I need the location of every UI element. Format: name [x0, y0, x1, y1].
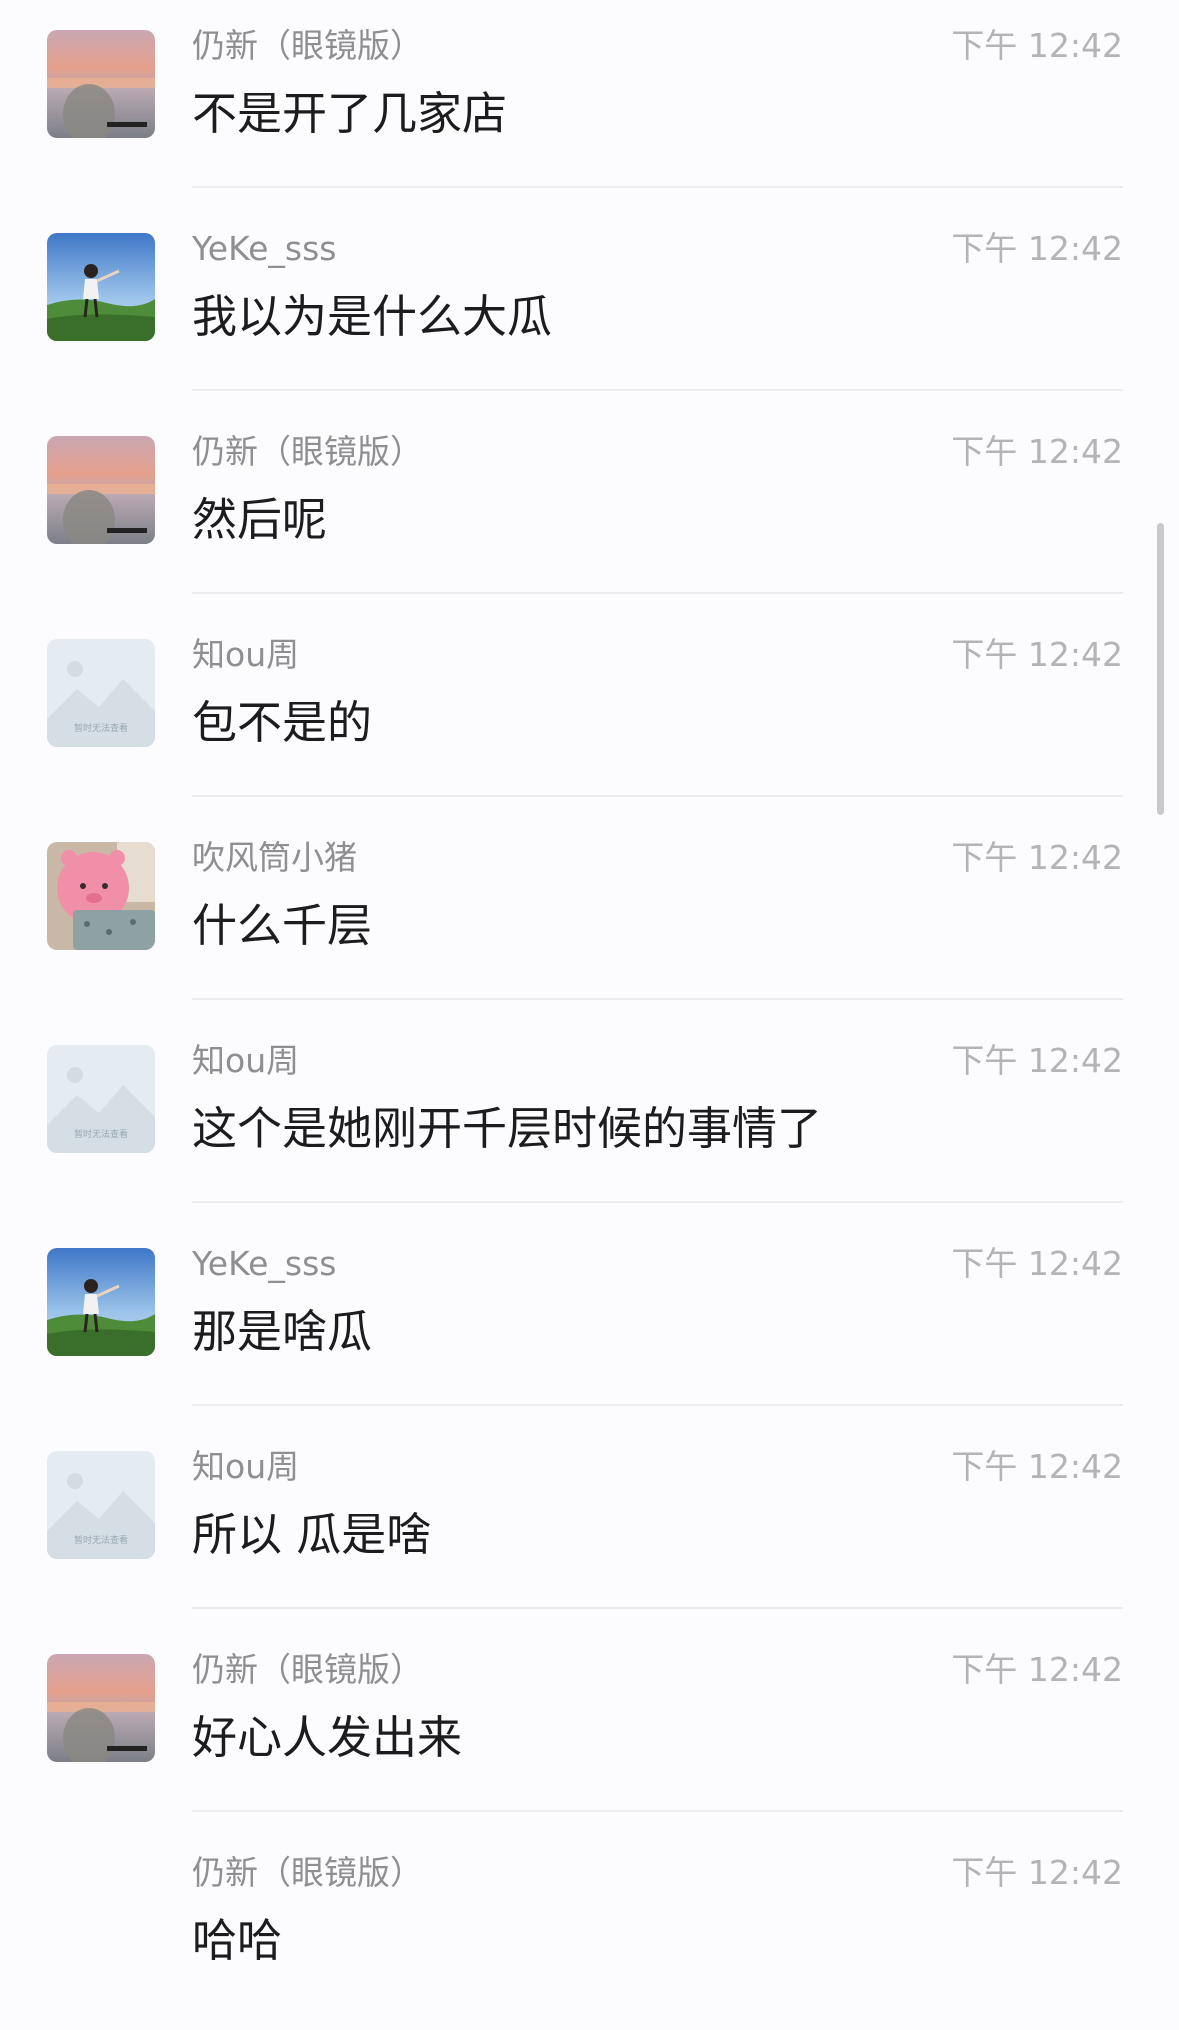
message-text: 包不是的	[192, 696, 373, 749]
avatar[interactable]: 暂时无法查看	[47, 1451, 155, 1559]
sender-name: 知ou周	[192, 1041, 300, 1080]
divider	[192, 1201, 1123, 1203]
girl-field-avatar-icon	[47, 1248, 155, 1356]
message-row[interactable]: 仍新（眼镜版） 下午 12:42 好心人发出来	[0, 1624, 1179, 1827]
message-time: 下午 12:42	[951, 229, 1123, 268]
avatar[interactable]: 暂时无法查看	[47, 1045, 155, 1153]
avatar[interactable]	[47, 1248, 155, 1356]
avatar[interactable]	[47, 842, 155, 950]
placeholder-image-icon: 暂时无法查看	[47, 639, 155, 747]
girl-field-avatar-icon	[47, 233, 155, 341]
avatar[interactable]	[47, 233, 155, 341]
sender-name: 仍新（眼镜版）	[192, 26, 423, 65]
message-row[interactable]: 暂时无法查看 知ou周 下午 12:42 包不是的	[0, 609, 1179, 812]
sender-name: YeKe_sss	[192, 229, 337, 268]
message-row[interactable]: 暂时无法查看 知ou周 下午 12:42 这个是她刚开千层时候的事情了	[0, 1015, 1179, 1218]
divider	[192, 1810, 1123, 1812]
message-time: 下午 12:42	[951, 432, 1123, 471]
message-time: 下午 12:42	[951, 1853, 1123, 1892]
sender-name: 仍新（眼镜版）	[192, 1853, 423, 1892]
divider	[192, 389, 1123, 391]
avatar[interactable]: 暂时无法查看	[47, 639, 155, 747]
avatar-caption: 暂时无法查看	[74, 1534, 128, 1546]
message-row[interactable]: 仍新（眼镜版） 下午 12:42 不是开了几家店	[0, 0, 1179, 203]
message-text: 好心人发出来	[192, 1711, 463, 1764]
sender-name: 仍新（眼镜版）	[192, 432, 423, 471]
message-time: 下午 12:42	[951, 1650, 1123, 1689]
placeholder-image-icon: 暂时无法查看	[47, 1451, 155, 1559]
avatar[interactable]	[47, 436, 155, 544]
sunset-avatar-icon	[47, 30, 155, 138]
sender-name: YeKe_sss	[192, 1244, 337, 1283]
divider	[192, 998, 1123, 1000]
placeholder-image-icon: 暂时无法查看	[47, 1045, 155, 1153]
sunset-avatar-icon	[47, 436, 155, 544]
message-text: 然后呢	[192, 493, 328, 546]
message-text: 什么千层	[192, 899, 373, 952]
message-row[interactable]: 仍新（眼镜版） 下午 12:42 然后呢	[0, 406, 1179, 609]
message-time: 下午 12:42	[951, 838, 1123, 877]
message-row[interactable]: YeKe_sss 下午 12:42 我以为是什么大瓜	[0, 203, 1179, 406]
message-text: 所以 瓜是啥	[192, 1508, 432, 1561]
message-row[interactable]: 暂时无法查看 知ou周 下午 12:42 所以 瓜是啥	[0, 1421, 1179, 1624]
sender-name: 吹风筒小猪	[192, 838, 357, 877]
message-text: 这个是她刚开千层时候的事情了	[192, 1102, 823, 1155]
avatar-caption: 暂时无法查看	[74, 1128, 128, 1140]
message-time: 下午 12:42	[951, 1041, 1123, 1080]
message-row[interactable]: YeKe_sss 下午 12:42 那是啥瓜	[0, 1218, 1179, 1421]
message-text: 不是开了几家店	[192, 87, 508, 140]
pink-pig-avatar-icon	[47, 842, 155, 950]
message-text: 我以为是什么大瓜	[192, 290, 553, 343]
sender-name: 知ou周	[192, 635, 300, 674]
chat-message-list: 仍新（眼镜版） 下午 12:42 不是开了几家店 YeKe_sss 下午 12:…	[0, 0, 1179, 2022]
message-time: 下午 12:42	[951, 635, 1123, 674]
message-time: 下午 12:42	[951, 1447, 1123, 1486]
avatar[interactable]	[47, 1654, 155, 1762]
divider	[192, 1607, 1123, 1609]
divider	[192, 795, 1123, 797]
scrollbar[interactable]	[1157, 523, 1164, 815]
divider	[192, 592, 1123, 594]
message-text: 哈哈	[192, 1914, 283, 1967]
divider	[192, 186, 1123, 188]
message-time: 下午 12:42	[951, 26, 1123, 65]
avatar[interactable]	[47, 30, 155, 138]
sender-name: 知ou周	[192, 1447, 300, 1486]
sender-name: 仍新（眼镜版）	[192, 1650, 423, 1689]
avatar-caption: 暂时无法查看	[74, 722, 128, 734]
message-text: 那是啥瓜	[192, 1305, 373, 1358]
sunset-avatar-icon	[47, 1654, 155, 1762]
message-time: 下午 12:42	[951, 1244, 1123, 1283]
divider	[192, 1404, 1123, 1406]
message-row[interactable]: 仍新（眼镜版） 下午 12:42 哈哈	[0, 1827, 1179, 2030]
message-row[interactable]: 吹风筒小猪 下午 12:42 什么千层	[0, 812, 1179, 1015]
